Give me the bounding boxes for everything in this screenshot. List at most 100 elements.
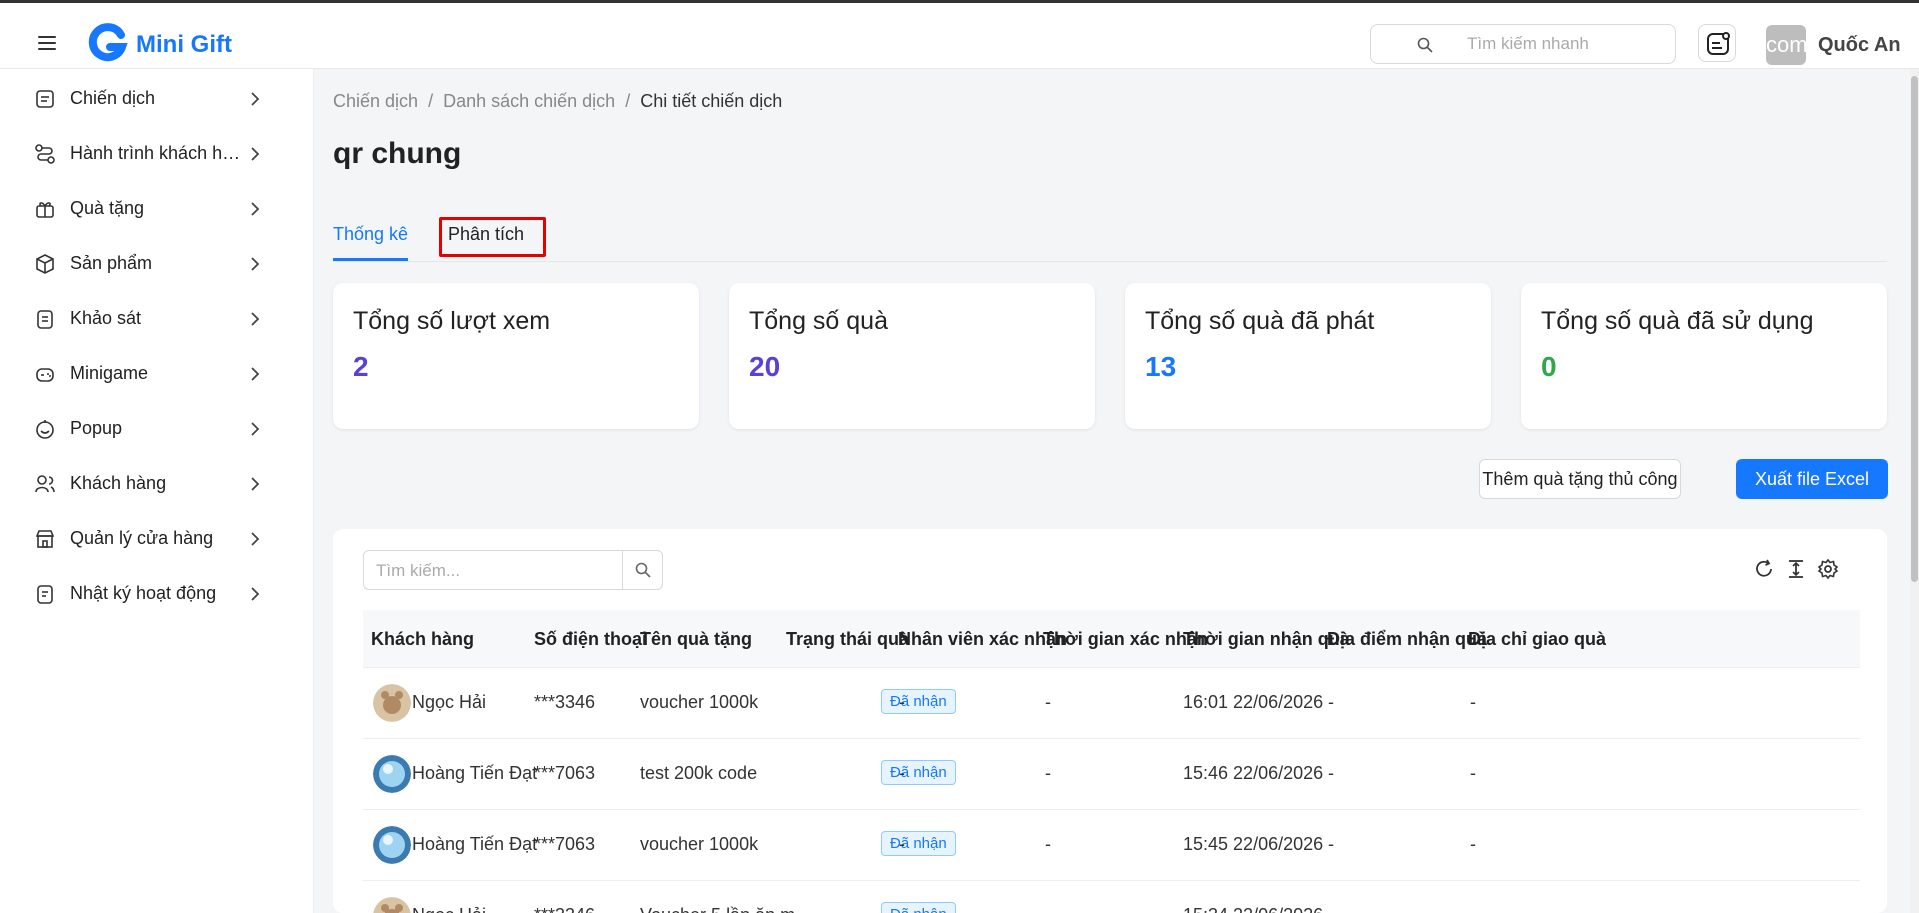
stat-card-issued-gifts: Tổng số quà đã phát 13 xyxy=(1125,283,1491,429)
product-box-icon xyxy=(36,254,54,274)
mini-gift-logo xyxy=(88,23,128,62)
page-scrollbar-thumb[interactable] xyxy=(1911,76,1918,582)
column-header[interactable]: Thời gian nhận quà xyxy=(1183,629,1350,650)
table-search-box[interactable] xyxy=(363,550,663,590)
breadcrumb-separator: / xyxy=(428,91,434,111)
chevron-right-icon xyxy=(251,532,260,546)
column-header[interactable]: Khách hàng xyxy=(371,629,474,650)
column-header[interactable]: Địa chỉ giao quà xyxy=(1468,629,1606,650)
status-badge: Đã nhận xyxy=(881,760,956,785)
table-search-input[interactable] xyxy=(376,560,616,582)
stat-card-value: 20 xyxy=(749,351,781,382)
sidebar-item-journey[interactable]: Hành trình khách hàng xyxy=(0,134,314,174)
sidebar-item-minigame[interactable]: Minigame xyxy=(0,354,314,394)
breadcrumb-item-current: Chi tiết chiến dịch xyxy=(640,91,783,111)
stat-card-title: Tổng số quà xyxy=(749,307,888,335)
sidebar-item-products[interactable]: Sản phẩm xyxy=(0,244,314,284)
address-cell: - xyxy=(1470,692,1476,712)
export-excel-button[interactable]: Xuất file Excel xyxy=(1736,459,1888,499)
sidebar-item-label: Khách hàng xyxy=(70,473,167,493)
chevron-right-icon xyxy=(251,587,260,601)
add-manual-gift-button[interactable]: Thêm quà tặng thủ công xyxy=(1479,459,1681,499)
customer-name: Hoàng Tiến Đạt xyxy=(412,834,538,854)
customer-avatar xyxy=(373,826,411,864)
quick-search-input[interactable] xyxy=(1467,33,1667,55)
breadcrumb-item-campaign[interactable]: Chiến dịch xyxy=(333,91,418,111)
quick-search-box[interactable] xyxy=(1370,24,1676,64)
address-cell: - xyxy=(1470,905,1476,913)
search-icon xyxy=(635,562,651,578)
tabs-divider xyxy=(333,261,1887,262)
stat-card-value: 0 xyxy=(1541,351,1557,382)
stat-card-title: Tổng số lượt xem xyxy=(353,307,551,335)
chevron-right-icon xyxy=(251,257,260,271)
phone-cell: ***3346 xyxy=(534,692,596,712)
column-header[interactable]: Nhân viên xác nhận xyxy=(898,629,1067,650)
store-icon xyxy=(35,530,55,548)
customer-avatar xyxy=(373,897,411,913)
campaign-icon xyxy=(36,90,54,108)
chevron-right-icon xyxy=(251,202,260,216)
column-header[interactable]: Tên quà tặng xyxy=(640,629,752,650)
breadcrumb: Chiến dịch / Danh sách chiến dịch / Chi tiết… xyxy=(333,91,782,112)
settings-gear-icon[interactable] xyxy=(1817,558,1839,580)
phone-cell: ***7063 xyxy=(534,834,596,854)
receive-time-cell: 15:45 22/06/2026 xyxy=(1183,834,1324,854)
sidebar-item-store-management[interactable]: Quản lý cửa hàng xyxy=(0,519,314,559)
column-header[interactable]: Trạng thái quà xyxy=(786,629,909,650)
sidebar-item-campaign[interactable]: Chiến dịch xyxy=(0,79,314,119)
search-icon xyxy=(1417,37,1433,53)
customer-name: Hoàng Tiến Đạt xyxy=(412,763,538,783)
sidebar: Chiến dịch Hành trình khách hàng Quà tặn… xyxy=(0,69,314,913)
table-row[interactable]: Hoàng Tiến Đạt ***7063 voucher 1000k Đã … xyxy=(363,810,1860,881)
customer-avatar xyxy=(373,684,411,722)
table-row[interactable]: Ngọc Hải ***3346 Voucher 5 lần ăn m Đã n… xyxy=(363,881,1860,913)
activity-log-icon xyxy=(37,585,53,604)
receive-time-cell: 16:01 22/06/2026 xyxy=(1183,692,1324,712)
sidebar-item-popup[interactable]: Popup xyxy=(0,409,314,449)
gift-icon xyxy=(36,202,54,218)
customer-name: Ngọc Hải xyxy=(412,692,487,712)
confirm-time-cell: - xyxy=(1045,834,1051,854)
sidebar-item-gifts[interactable]: Quà tặng xyxy=(0,189,314,229)
chevron-right-icon xyxy=(251,422,260,436)
tab-statistics[interactable]: Thống kê xyxy=(333,224,408,245)
customer-avatar xyxy=(373,755,411,793)
user-avatar[interactable]: com xyxy=(1766,25,1806,65)
chevron-right-icon xyxy=(251,477,260,491)
sidebar-item-customers[interactable]: Khách hàng xyxy=(0,464,314,504)
refresh-icon[interactable] xyxy=(1753,558,1775,580)
survey-icon xyxy=(37,310,53,329)
gift-name-cell: Voucher 5 lần ăn m xyxy=(640,905,795,913)
chevron-right-icon xyxy=(251,367,260,381)
column-height-icon[interactable] xyxy=(1785,558,1807,580)
stat-card-views: Tổng số lượt xem 2 xyxy=(333,283,699,429)
place-cell: - xyxy=(1328,905,1334,913)
place-cell: - xyxy=(1328,763,1334,783)
stat-card-title: Tổng số quà đã phát xyxy=(1145,307,1375,335)
notification-icon xyxy=(1707,32,1730,55)
table-search-button[interactable] xyxy=(622,551,662,589)
sidebar-item-label: Chiến dịch xyxy=(70,88,156,108)
table-row[interactable]: Hoàng Tiến Đạt ***7063 test 200k code Đã… xyxy=(363,739,1860,810)
sidebar-item-survey[interactable]: Khảo sát xyxy=(0,299,314,339)
column-header[interactable]: Địa điểm nhận quà xyxy=(1327,629,1487,650)
menu-toggle-icon[interactable] xyxy=(38,36,56,50)
user-name[interactable]: Quốc An xyxy=(1818,34,1901,57)
chevron-right-icon xyxy=(251,92,260,106)
brand-name: Mini Gift xyxy=(136,31,232,58)
sidebar-item-activity-log[interactable]: Nhật ký hoạt động xyxy=(0,574,314,614)
notification-button[interactable] xyxy=(1698,24,1736,62)
breadcrumb-item-campaign-list[interactable]: Danh sách chiến dịch xyxy=(443,91,615,111)
confirm-time-cell: - xyxy=(1045,763,1051,783)
status-badge: Đã nhận xyxy=(881,902,956,913)
staff-cell: - xyxy=(899,834,905,854)
gift-name-cell: voucher 1000k xyxy=(640,692,759,712)
column-header[interactable]: Số điện thoại xyxy=(534,629,647,650)
chevron-right-icon xyxy=(251,312,260,326)
sidebar-item-label: Hành trình khách hàng xyxy=(70,143,242,163)
place-cell: - xyxy=(1328,834,1334,854)
staff-cell: - xyxy=(899,692,905,712)
sidebar-item-label: Khảo sát xyxy=(70,308,142,328)
table-row[interactable]: Ngọc Hải ***3346 voucher 1000k Đã nhận -… xyxy=(363,668,1860,739)
